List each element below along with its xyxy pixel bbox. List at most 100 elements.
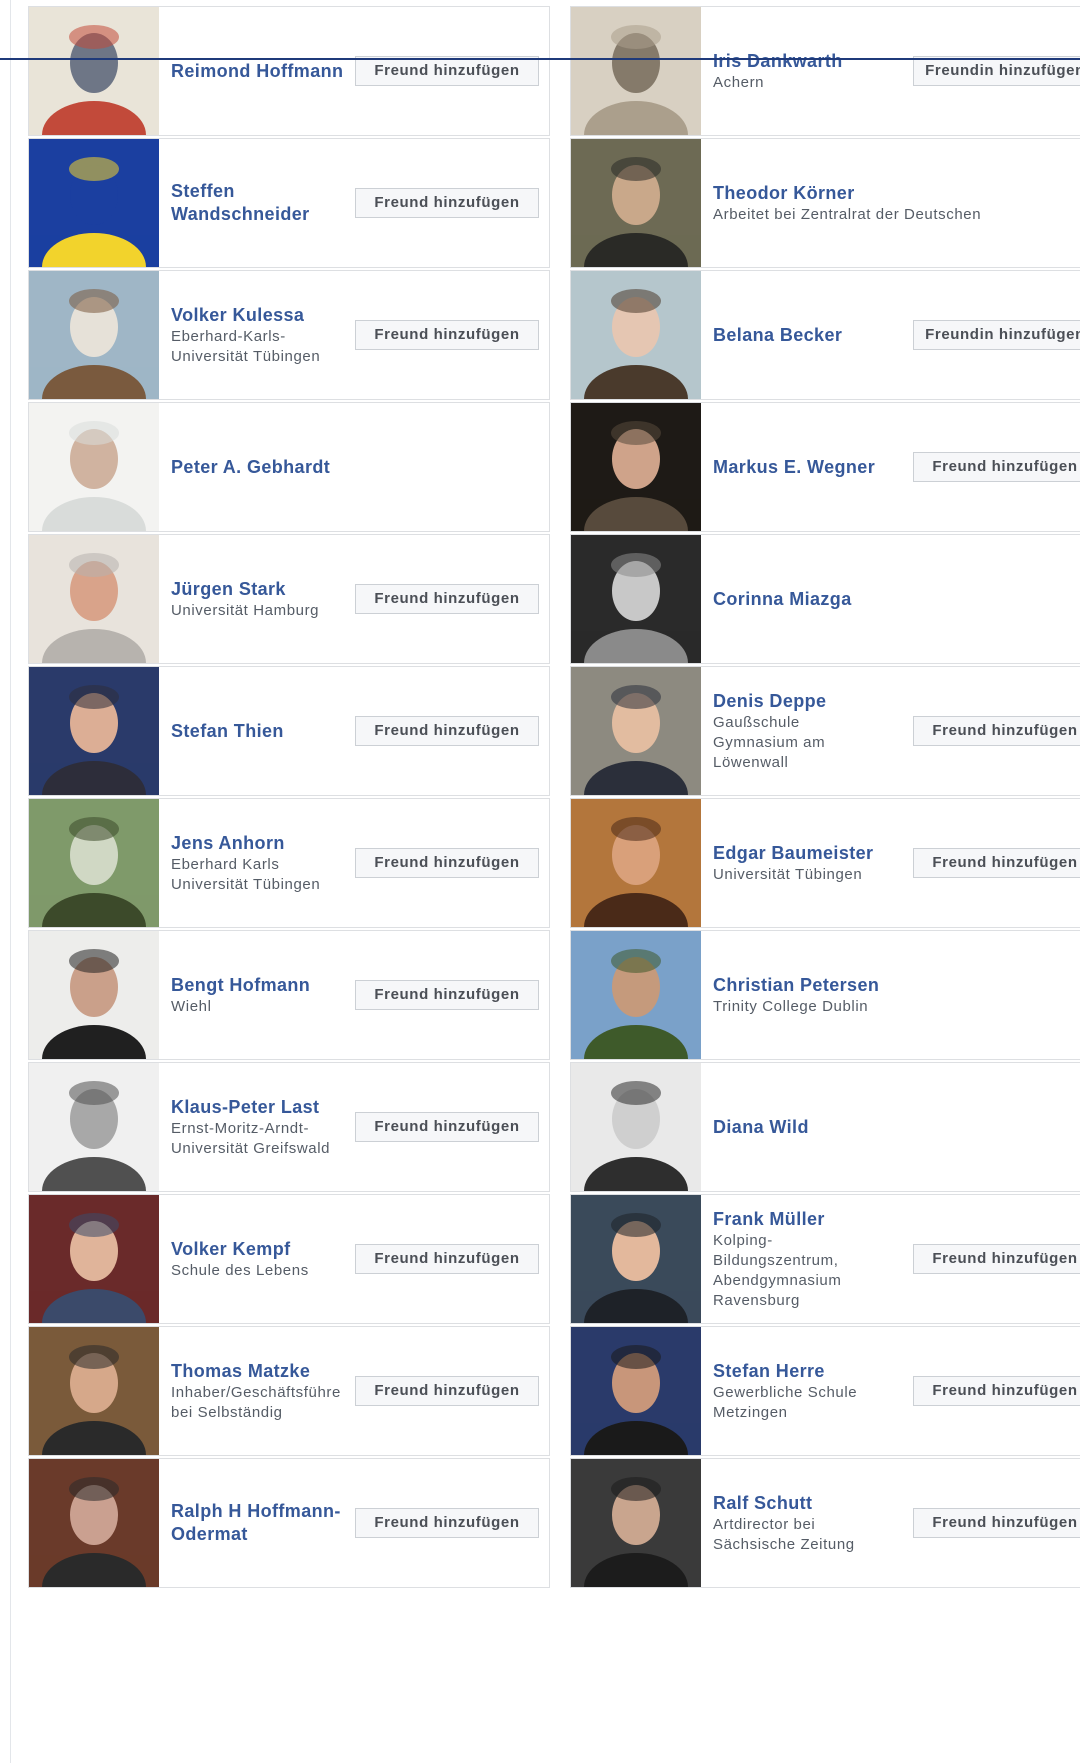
profile-photo[interactable] [571, 403, 701, 531]
profile-info: Christian Petersen Trinity College Dublin [713, 931, 1080, 1059]
profile-photo[interactable] [29, 667, 159, 795]
profile-name-link[interactable]: Corinna Miazga [713, 588, 1080, 611]
profile-photo[interactable] [29, 931, 159, 1059]
friend-suggestion-card: Steffen Wandschneider Freund hinzufügen [28, 138, 550, 268]
add-friend-button[interactable]: Freund hinzufügen [355, 716, 539, 746]
profile-photo[interactable] [571, 139, 701, 267]
profile-name-link[interactable]: Diana Wild [713, 1116, 1080, 1139]
add-friend-button[interactable]: Freund hinzufügen [913, 1376, 1080, 1406]
profile-name-link[interactable]: Ralf Schutt [713, 1492, 893, 1515]
profile-photo[interactable] [29, 1327, 159, 1455]
profile-photo[interactable] [571, 1195, 701, 1323]
add-friend-button[interactable]: Freundin hinzufügen [913, 320, 1080, 350]
profile-subtitle: Arbeitet bei Zentralrat der Deutschen [713, 205, 982, 223]
friend-suggestion-card: Theodor Körner Arbeitet bei Zentralrat de… [570, 138, 1080, 268]
profile-info: Frank Müller Kolping- Bildungszentrum, Ab… [713, 1195, 893, 1323]
profile-name-link[interactable]: Steffen Wandschneider [171, 180, 351, 226]
profile-name-link[interactable]: Iris Dankwarth [713, 50, 893, 73]
friend-suggestion-card: Christian Petersen Trinity College Dublin [570, 930, 1080, 1060]
profile-name-link[interactable]: Frank Müller [713, 1208, 893, 1231]
profile-subtitle: Schule des Lebens [171, 1261, 309, 1279]
profile-name-link[interactable]: Stefan Herre [713, 1360, 893, 1383]
friend-suggestion-card: Ralf Schutt Artdirector bei Sächsische Ze… [570, 1458, 1080, 1588]
profile-subtitle: Universität Hamburg [171, 601, 320, 619]
friend-suggestion-card: Volker Kulessa Eberhard-Karls- Universitä… [28, 270, 550, 400]
friend-suggestion-card: Jürgen Stark Universität Hamburg Freund hi… [28, 534, 550, 664]
friend-suggestion-card: Peter A. Gebhardt [28, 402, 550, 532]
profile-photo[interactable] [571, 667, 701, 795]
add-friend-button[interactable]: Freund hinzufügen [913, 848, 1080, 878]
page-header-rule [0, 58, 1080, 60]
profile-name-link[interactable]: Peter A. Gebhardt [171, 456, 541, 479]
profile-photo[interactable] [571, 7, 701, 135]
profile-photo[interactable] [29, 535, 159, 663]
add-friend-button[interactable]: Freund hinzufügen [355, 1376, 539, 1406]
profile-name-link[interactable]: Denis Deppe [713, 690, 893, 713]
add-friend-button[interactable]: Freund hinzufügen [913, 1244, 1080, 1274]
profile-name-link[interactable]: Klaus-Peter Last [171, 1096, 351, 1119]
friend-suggestion-card: Iris Dankwarth Achern Freundin hinzufügen [570, 6, 1080, 136]
profile-name-link[interactable]: Bengt Hofmann [171, 974, 351, 997]
friend-suggestion-card: Klaus-Peter Last Ernst-Moritz-Arndt- Univ… [28, 1062, 550, 1192]
add-friend-button[interactable]: Freund hinzufügen [355, 584, 539, 614]
profile-info: Stefan Thien [171, 667, 351, 795]
add-friend-button[interactable]: Freund hinzufügen [913, 1508, 1080, 1538]
profile-photo[interactable] [571, 931, 701, 1059]
add-friend-button[interactable]: Freund hinzufügen [913, 452, 1080, 482]
profile-info: Volker Kempf Schule des Lebens [171, 1195, 351, 1323]
profile-photo[interactable] [29, 403, 159, 531]
add-friend-button[interactable]: Freund hinzufügen [913, 716, 1080, 746]
friend-suggestion-card: Edgar Baumeister Universität Tübingen Freu… [570, 798, 1080, 928]
profile-info: Stefan Herre Gewerbliche Schule Metzingen [713, 1327, 893, 1455]
profile-name-link[interactable]: Theodor Körner [713, 182, 1080, 205]
friend-suggestion-card: Diana Wild [570, 1062, 1080, 1192]
add-friend-button[interactable]: Freund hinzufügen [355, 1244, 539, 1274]
add-friend-button[interactable]: Freund hinzufügen [355, 848, 539, 878]
profile-photo[interactable] [29, 1195, 159, 1323]
profile-photo[interactable] [571, 1459, 701, 1587]
profile-photo[interactable] [571, 1063, 701, 1191]
profile-name-link[interactable]: Edgar Baumeister [713, 842, 893, 865]
profile-name-link[interactable]: Jens Anhorn [171, 832, 351, 855]
profile-subtitle: Gaußschule Gymnasium am Löwenwall [713, 713, 826, 771]
profile-info: Markus E. Wegner [713, 403, 893, 531]
profile-photo[interactable] [571, 271, 701, 399]
profile-photo[interactable] [29, 1459, 159, 1587]
profile-photo[interactable] [571, 1327, 701, 1455]
friend-suggestion-card: Stefan Herre Gewerbliche Schule Metzingen… [570, 1326, 1080, 1456]
profile-info: Thomas Matzke Inhaber/Geschäftsführe bei … [171, 1327, 351, 1455]
add-friend-button[interactable]: Freund hinzufügen [355, 320, 539, 350]
add-friend-button[interactable]: Freund hinzufügen [355, 56, 539, 86]
profile-name-link[interactable]: Reimond Hoffmann [171, 60, 351, 83]
profile-name-link[interactable]: Volker Kulessa [171, 304, 351, 327]
profile-photo[interactable] [29, 271, 159, 399]
profile-photo[interactable] [571, 535, 701, 663]
profile-info: Peter A. Gebhardt [171, 403, 541, 531]
profile-name-link[interactable]: Ralph H Hoffmann-Odermat [171, 1500, 351, 1546]
profile-name-link[interactable]: Stefan Thien [171, 720, 351, 743]
profile-info: Bengt Hofmann Wiehl [171, 931, 351, 1059]
profile-info: Belana Becker [713, 271, 893, 399]
page-left-border [10, 0, 11, 1763]
profile-info: Iris Dankwarth Achern [713, 7, 893, 135]
add-friend-button[interactable]: Freund hinzufügen [355, 980, 539, 1010]
profile-name-link[interactable]: Belana Becker [713, 324, 893, 347]
add-friend-button[interactable]: Freund hinzufügen [355, 188, 539, 218]
profile-subtitle: Universität Tübingen [713, 865, 863, 883]
profile-photo[interactable] [29, 7, 159, 135]
profile-name-link[interactable]: Christian Petersen [713, 974, 1080, 997]
profile-name-link[interactable]: Jürgen Stark [171, 578, 351, 601]
add-friend-button[interactable]: Freund hinzufügen [355, 1112, 539, 1142]
profile-subtitle: Inhaber/Geschäftsführe bei Selbständig [171, 1383, 341, 1421]
profile-name-link[interactable]: Markus E. Wegner [713, 456, 893, 479]
profile-photo[interactable] [571, 799, 701, 927]
add-friend-button[interactable]: Freund hinzufügen [355, 1508, 539, 1538]
profile-name-link[interactable]: Thomas Matzke [171, 1360, 351, 1383]
profile-info: Diana Wild [713, 1063, 1080, 1191]
profile-name-link[interactable]: Volker Kempf [171, 1238, 351, 1261]
profile-photo[interactable] [29, 1063, 159, 1191]
profile-photo[interactable] [29, 139, 159, 267]
add-friend-button[interactable]: Freundin hinzufügen [913, 56, 1080, 86]
profile-photo[interactable] [29, 799, 159, 927]
profile-subtitle: Kolping- Bildungszentrum, Abendgymnasium… [713, 1231, 842, 1309]
